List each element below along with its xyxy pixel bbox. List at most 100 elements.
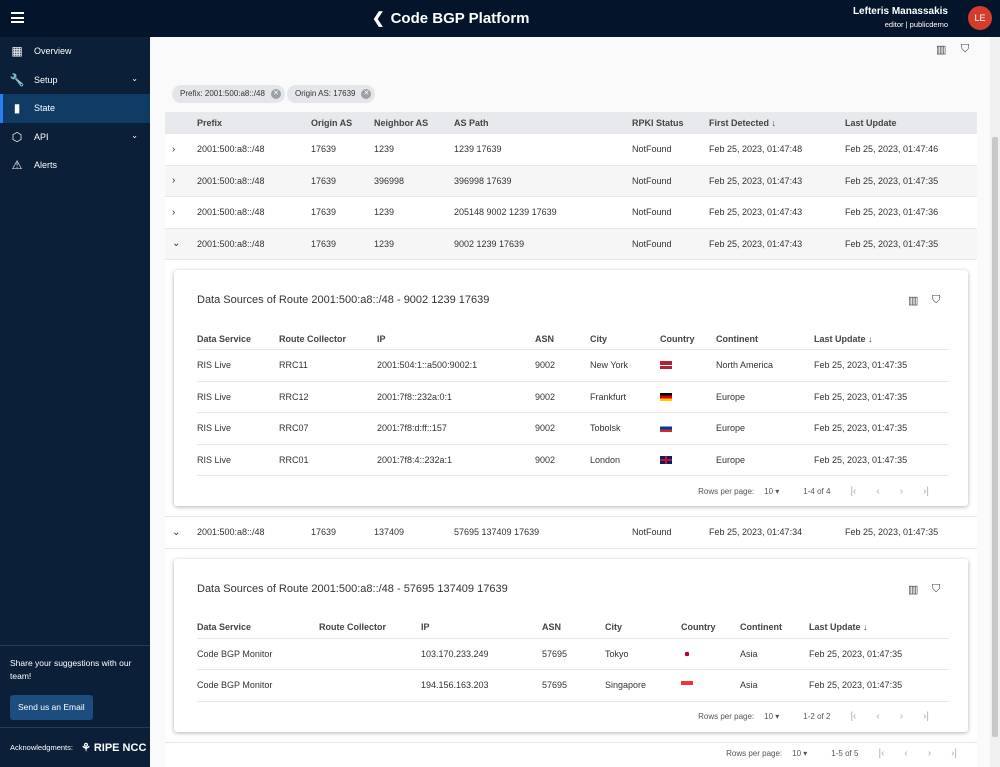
chevron-down-icon[interactable]: ⌄	[165, 238, 197, 249]
column-header[interactable]: Route Collector	[279, 334, 377, 344]
detail-row: RIS Live RRC07 2001:7f8:d:ff::157 9002 Tobol…	[197, 413, 949, 445]
share-text: Share your suggestions with our team!	[10, 658, 132, 681]
cell: 205148 9002 1239 17639	[454, 207, 557, 218]
prev-page-icon[interactable]: ‹	[876, 486, 879, 497]
scrollbar[interactable]	[990, 37, 1000, 767]
detail-table-header: Data Service Route Collector IP ASN City Coun…	[197, 328, 949, 350]
next-page-icon[interactable]: ›	[900, 486, 903, 497]
prev-page-icon[interactable]: ‹	[876, 711, 879, 722]
bar-chart-icon: ▮	[13, 101, 21, 116]
column-header[interactable]: IP	[421, 622, 542, 632]
column-header[interactable]: IP	[377, 334, 535, 344]
filter-chip[interactable]: Origin AS: 17639 ✕	[287, 85, 376, 103]
column-header[interactable]: ASN	[535, 334, 590, 344]
last-page-icon[interactable]: ›|	[923, 486, 929, 497]
column-header[interactable]: Data Service	[197, 622, 319, 632]
cell: Asia	[740, 648, 758, 659]
menu-icon[interactable]	[11, 12, 24, 23]
table-row[interactable]: › 2001:500:a8::/48 17639 1239 205148 9002 12…	[165, 197, 977, 229]
column-header[interactable]: Last Update ↓	[809, 622, 949, 632]
sidebar-item-overview[interactable]: ▦ Overview	[0, 37, 150, 66]
column-header[interactable]: AS Path	[454, 118, 632, 128]
filter-chip[interactable]: Prefix: 2001:500:a8::/48 ✕	[172, 85, 285, 103]
cell: Feb 25, 2023, 01:47:36	[845, 207, 939, 218]
sidebar-item-setup[interactable]: 🔧 Setup ⌄	[0, 66, 150, 95]
api-icon: ⬡	[11, 129, 23, 144]
rows-per-page-select[interactable]: 10 ▾	[764, 487, 779, 496]
cell: 1239 17639	[454, 144, 502, 155]
avatar[interactable]: LE	[968, 6, 992, 30]
cell: Feb 25, 2023, 01:47:35	[814, 391, 908, 402]
first-page-icon[interactable]: |‹	[850, 486, 856, 497]
cell: 17639	[311, 527, 337, 538]
column-header[interactable]: Route Collector	[319, 622, 421, 632]
filter-icon[interactable]: ⛉	[961, 43, 969, 56]
last-page-icon[interactable]: ›|	[923, 711, 929, 722]
cell: Feb 25, 2023, 01:47:35	[845, 238, 939, 249]
column-header[interactable]: Country	[660, 334, 716, 344]
column-header[interactable]: Data Service	[197, 334, 279, 344]
table-row[interactable]: ⌄ 2001:500:a8::/48 17639 137409 57695 137409…	[165, 517, 977, 549]
prev-page-icon[interactable]: ‹	[904, 748, 907, 759]
filter-chip-label: Prefix: 2001:500:a8::/48	[180, 89, 265, 98]
cell: 9002	[535, 360, 556, 371]
column-header[interactable]: ASN	[542, 622, 605, 632]
cell: Singapore	[605, 680, 647, 691]
column-header[interactable]: Origin AS	[311, 118, 374, 128]
sidebar-item-label: Alerts	[34, 160, 58, 171]
filter-icon[interactable]: ⛉	[932, 583, 940, 596]
next-page-icon[interactable]: ›	[928, 748, 931, 759]
column-header[interactable]: City	[605, 622, 681, 632]
chevron-right-icon[interactable]: ›	[165, 175, 197, 186]
chevron-down-icon[interactable]: ⌄	[131, 131, 138, 140]
column-header[interactable]: Last Update	[845, 118, 977, 128]
flag-sg-icon	[681, 681, 693, 690]
column-header[interactable]: Neighbor AS	[374, 118, 454, 128]
cell: 57695	[542, 648, 568, 659]
rows-per-page-select[interactable]: 10 ▾	[792, 749, 807, 758]
column-header[interactable]: City	[590, 334, 660, 344]
cell: RRC11	[279, 360, 308, 371]
chevron-right-icon[interactable]: ›	[165, 144, 197, 155]
cell: Feb 25, 2023, 01:47:35	[814, 454, 908, 465]
sidebar-item-alerts[interactable]: ⚠ Alerts	[0, 151, 150, 180]
sidebar-item-api[interactable]: ⬡ API ⌄	[0, 123, 150, 152]
chevron-down-icon[interactable]: ⌄	[165, 527, 197, 538]
top-bar: ❮ Code BGP Platform Lefteris Manassakis ed…	[0, 0, 1000, 37]
columns-icon[interactable]: ▥	[936, 43, 946, 56]
remove-filter-icon[interactable]: ✕	[361, 89, 372, 99]
chevron-right-icon[interactable]: ›	[165, 207, 197, 218]
user-info[interactable]: Lefteris Manassakis editor | publicdemo	[853, 6, 948, 29]
columns-icon[interactable]: ▥	[908, 583, 918, 596]
first-page-icon[interactable]: |‹	[850, 711, 856, 722]
sidebar-item-label: Setup	[34, 74, 58, 85]
table-row[interactable]: ⌄ 2001:500:a8::/48 17639 1239 9002 1239 1763…	[165, 228, 977, 260]
rows-per-page-label: Rows per page:	[726, 748, 783, 758]
send-email-button[interactable]: Send us an Email	[10, 695, 93, 720]
next-page-icon[interactable]: ›	[900, 711, 903, 722]
column-header[interactable]: Continent	[716, 334, 814, 344]
table-row[interactable]: › 2001:500:a8::/48 17639 1239 1239 17639 NotF…	[165, 134, 977, 166]
rows-per-page-select[interactable]: 10 ▾	[764, 712, 779, 721]
column-header[interactable]: RPKI Status	[632, 118, 709, 128]
column-header[interactable]: Prefix	[197, 118, 311, 128]
first-page-icon[interactable]: |‹	[878, 748, 884, 759]
column-header[interactable]: First Detected ↓	[709, 118, 845, 128]
chevron-down-icon[interactable]: ⌄	[131, 74, 138, 83]
filter-icon[interactable]: ⛉	[932, 294, 940, 307]
last-page-icon[interactable]: ›|	[951, 748, 957, 759]
cell: 2001:500:a8::/48	[197, 175, 265, 186]
scrollbar-thumb[interactable]	[992, 137, 998, 737]
cell: 103.170.233.249	[421, 648, 489, 659]
column-header[interactable]: Country	[681, 622, 740, 632]
cell: Feb 25, 2023, 01:47:35	[809, 680, 903, 691]
sidebar-item-state[interactable]: ▮ State	[0, 94, 150, 123]
remove-filter-icon[interactable]: ✕	[270, 89, 281, 99]
cell: RIS Live	[197, 454, 232, 465]
cell: 396998 17639	[454, 175, 512, 186]
data-sources-card: Data Sources of Route 2001:500:a8::/48 -…	[174, 558, 968, 732]
columns-icon[interactable]: ▥	[908, 294, 918, 307]
column-header[interactable]: Last Update ↓	[814, 334, 949, 344]
table-row[interactable]: › 2001:500:a8::/48 17639 396998 396998 17639…	[165, 165, 977, 197]
column-header[interactable]: Continent	[740, 622, 809, 632]
